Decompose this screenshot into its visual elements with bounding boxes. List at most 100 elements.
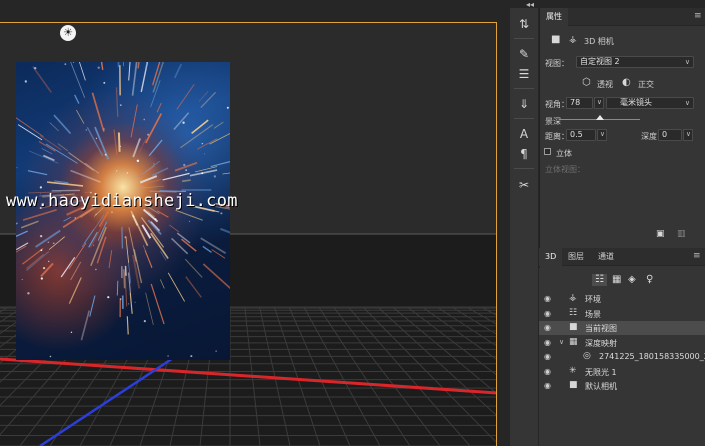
- poster-star: [201, 172, 204, 175]
- infinite-light-widget-icon[interactable]: ☀: [60, 25, 76, 41]
- sliders-icon[interactable]: ☰: [516, 66, 532, 82]
- coordinates-icon[interactable]: ⚶: [569, 34, 577, 46]
- poster-streak: [150, 221, 161, 232]
- poster-star: [39, 186, 43, 189]
- poster-streak: [29, 150, 59, 164]
- tab-channels[interactable]: 通道: [592, 248, 620, 266]
- poster-streak: [202, 245, 212, 253]
- view-select[interactable]: 自定视图 2 ∨: [576, 56, 694, 68]
- perspective-label: 透视: [597, 80, 613, 89]
- poster-streak: [209, 133, 230, 145]
- tab-properties[interactable]: 属性: [540, 8, 568, 26]
- expand-toggle-icon[interactable]: ∨: [559, 338, 564, 346]
- view-select-value: 自定视图 2: [580, 57, 620, 66]
- poster-streak: [198, 91, 209, 102]
- poster-streak: [40, 262, 54, 278]
- poster-streak: [80, 310, 90, 341]
- depth-dropdown[interactable]: ∨: [683, 129, 693, 141]
- layer-row[interactable]: ◉ ◎ 2741225_180158335000_2 ...: [539, 350, 705, 364]
- layer-type-icon: ⚶: [569, 293, 577, 303]
- panel-menu-icon[interactable]: ≡: [694, 12, 702, 21]
- poster-streak: [169, 224, 180, 233]
- poster-star: [132, 215, 135, 218]
- poster-streak: [26, 250, 50, 271]
- slider-thumb[interactable]: [596, 115, 604, 120]
- poster-streak: [16, 230, 28, 237]
- poster-star: [42, 267, 46, 270]
- depth-input[interactable]: 0: [658, 129, 682, 141]
- stereo-type-label: 立体视图：: [545, 165, 585, 174]
- lens-unit-select[interactable]: 毫米镜头 ∨: [606, 97, 694, 109]
- layer-adjust-icon[interactable]: ⇓: [516, 96, 532, 112]
- meshes-filter-icon[interactable]: ▦: [612, 274, 621, 286]
- fov-input[interactable]: 78: [566, 97, 593, 109]
- poster-star: [220, 212, 223, 215]
- poster-streak: [20, 220, 39, 229]
- visibility-eye-icon[interactable]: ◉: [544, 367, 551, 376]
- layer-row[interactable]: ◉ ■ 当前视图: [539, 321, 705, 335]
- visibility-eye-icon[interactable]: ◉: [544, 338, 551, 347]
- depth-value: 0: [662, 130, 668, 139]
- visibility-eye-icon[interactable]: ◉: [544, 309, 551, 318]
- visibility-eye-icon[interactable]: ◉: [544, 323, 551, 332]
- panel-menu-icon[interactable]: ≡: [693, 252, 701, 261]
- poster-streak: [156, 102, 162, 113]
- poster-streak: [160, 279, 165, 289]
- poster-star: [188, 220, 190, 222]
- poster-star: [103, 128, 105, 130]
- poster-streak: [78, 62, 86, 81]
- layer-name: 默认相机: [585, 382, 617, 391]
- poster-streak: [16, 245, 27, 253]
- poster-streak: [74, 94, 80, 104]
- layer-row[interactable]: ◉ ⚶ 环境: [539, 292, 705, 306]
- materials-filter-icon[interactable]: ◈: [628, 274, 636, 286]
- distance-dropdown[interactable]: ∨: [597, 129, 607, 141]
- lights-filter-icon[interactable]: ♀: [646, 274, 653, 286]
- poster-streak: [113, 129, 118, 156]
- poster-star: [136, 159, 140, 163]
- layer-row[interactable]: ◉ ✳ 无限光 1: [539, 365, 705, 379]
- layer-row[interactable]: ◉ ■ 默认相机: [539, 379, 705, 393]
- poster-streak: [151, 167, 169, 177]
- brush-icon[interactable]: ✎: [516, 46, 532, 62]
- character-icon[interactable]: A: [516, 126, 532, 142]
- poster-artwork: [16, 62, 230, 358]
- poster-streak: [220, 227, 230, 234]
- render-icon[interactable]: ▣: [656, 228, 665, 240]
- poster-streak: [117, 132, 121, 152]
- orthographic-icon[interactable]: ◐: [622, 77, 631, 89]
- layer-row[interactable]: ◉ ∨ ▦ 深度映射: [539, 336, 705, 350]
- poster-streak: [182, 179, 191, 183]
- lens-unit-value: 毫米镜头: [620, 98, 652, 107]
- whole-scene-filter-icon[interactable]: ☷: [592, 274, 607, 286]
- perspective-icon[interactable]: ⬡: [582, 77, 591, 89]
- layer-row[interactable]: ◉ ☷ 场景: [539, 307, 705, 321]
- poster-streak: [53, 114, 72, 135]
- tab-layers[interactable]: 图层: [562, 248, 590, 266]
- poster-star: [167, 355, 169, 357]
- tab-3d[interactable]: 3D: [539, 248, 563, 266]
- distance-input[interactable]: 0.5: [566, 129, 596, 141]
- 3d-tool-icon[interactable]: ✂: [516, 177, 532, 193]
- chevron-down-icon: ∨: [599, 130, 605, 138]
- visibility-eye-icon[interactable]: ◉: [544, 294, 551, 303]
- delete-icon[interactable]: ▥: [677, 228, 686, 240]
- visibility-eye-icon[interactable]: ◉: [544, 352, 551, 361]
- view-label: 视图：: [545, 59, 569, 68]
- visibility-eye-icon[interactable]: ◉: [544, 381, 551, 390]
- poster-streak: [68, 152, 94, 171]
- chevron-down-icon: ∨: [685, 130, 691, 138]
- paragraph-icon[interactable]: ¶: [516, 146, 532, 162]
- poster-streak: [124, 272, 128, 307]
- stereo-checkbox[interactable]: [544, 148, 551, 155]
- poster-star: [143, 319, 146, 323]
- poster-star: [119, 145, 121, 147]
- poster-streak: [144, 250, 153, 269]
- poster-star: [97, 66, 100, 69]
- layer-name: 环境: [585, 295, 601, 304]
- poster-star: [73, 62, 75, 64]
- poster-streak: [139, 138, 147, 153]
- fov-dropdown[interactable]: ∨: [594, 97, 604, 109]
- 3d-mode-icon[interactable]: ⇅: [516, 16, 532, 32]
- poster-star: [103, 81, 106, 84]
